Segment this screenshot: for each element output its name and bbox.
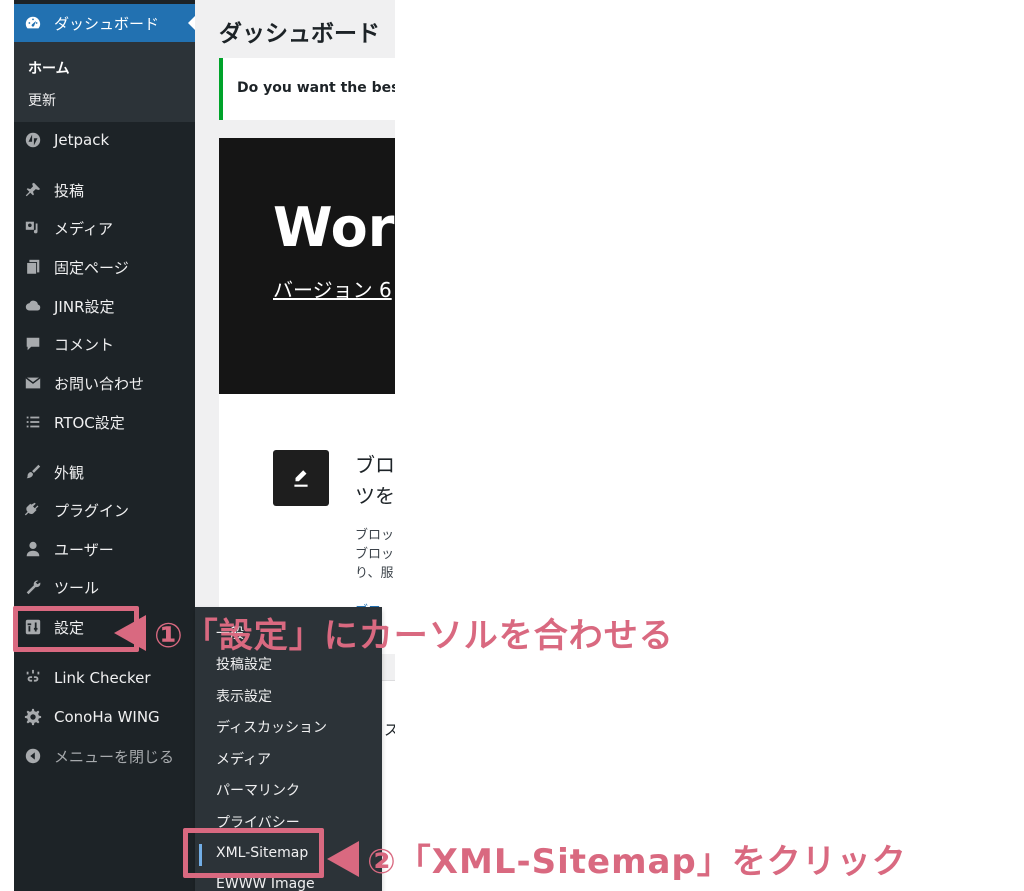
sidebar-item-label: ConoHa WING	[54, 708, 160, 726]
sidebar-item-media[interactable]: メディア	[14, 211, 195, 245]
notice-banner: Do you want the best S	[219, 58, 395, 120]
sidebar-item-users[interactable]: ユーザー	[14, 532, 195, 566]
step2-callout: ②「XML-Sitemap」をクリック	[327, 834, 907, 883]
sidebar-item-jetpack[interactable]: Jetpack	[14, 123, 195, 157]
sidebar-item-label: コメント	[54, 335, 115, 354]
gear-icon	[22, 706, 44, 728]
comment-icon	[22, 333, 44, 355]
sidebar-item-label: Link Checker	[54, 669, 151, 687]
mail-icon	[22, 372, 44, 394]
left-strip	[0, 0, 14, 891]
flyout-item-discussion[interactable]: ディスカッション	[216, 717, 327, 737]
cloud-icon	[22, 295, 44, 317]
sidebar-item-label: Jetpack	[54, 131, 110, 149]
wrench-icon	[22, 576, 44, 598]
sidebar-item-conoha[interactable]: ConoHa WING	[14, 700, 195, 734]
sidebar-item-label: 固定ページ	[54, 258, 129, 277]
sidebar-item-dashboard[interactable]: ダッシュボード	[14, 4, 196, 42]
collapse-icon	[22, 745, 44, 767]
screenshot-stage: ダッシュボード ホーム 更新 Jetpack 投稿 メディア 固定ページ JIN…	[0, 0, 1024, 891]
version-link[interactable]: バージョン 6	[273, 274, 392, 303]
flyout-item-ewww[interactable]: EWWW Image	[216, 876, 315, 891]
sidebar-item-label: ダッシュボード	[54, 14, 160, 33]
user-icon	[22, 538, 44, 560]
welcome-hero: Word バージョン 6	[219, 138, 395, 394]
arrow-left-icon	[327, 840, 359, 877]
sidebar-item-posts[interactable]: 投稿	[14, 173, 195, 207]
step2-text: ②「XML-Sitemap」をクリック	[367, 842, 907, 882]
sidebar-item-label: 外観	[54, 463, 85, 482]
sidebar-item-plugins[interactable]: プラグイン	[14, 493, 195, 527]
sidebar-item-link-checker[interactable]: Link Checker	[14, 661, 195, 695]
xml-sitemap-highlight-box	[183, 828, 324, 878]
sidebar-item-label: RTOC設定	[54, 413, 125, 432]
page-icon	[22, 256, 44, 278]
submenu-updates[interactable]: 更新	[28, 90, 56, 110]
dashboard-icon	[22, 12, 44, 34]
flyout-item-permalinks[interactable]: パーマリンク	[216, 780, 300, 800]
sidebar-item-label: 投稿	[54, 181, 85, 200]
panel-heading: ブロ ツを	[355, 453, 395, 508]
sidebar-item-jinr[interactable]: JINR設定	[14, 289, 195, 323]
flyout-item-reading[interactable]: 表示設定	[216, 686, 272, 706]
submenu-home[interactable]: ホーム	[28, 58, 70, 78]
sidebar-item-label: メニューを閉じる	[54, 747, 175, 766]
step1-callout: ①「設定」にカーソルを合わせる	[114, 608, 674, 657]
sidebar-item-pages[interactable]: 固定ページ	[14, 250, 195, 284]
notice-text: Do you want the best S	[237, 80, 395, 96]
sidebar-item-label: プラグイン	[54, 501, 130, 520]
hero-heading: Word	[273, 196, 395, 259]
link-checker-icon	[22, 667, 44, 689]
jetpack-icon	[22, 129, 44, 151]
list-icon	[22, 411, 44, 433]
panel-body: ブロッ ブロッ り、服	[355, 528, 395, 581]
sidebar-item-dashboard-row[interactable]: ダッシュボード	[14, 6, 195, 40]
plugin-icon	[22, 499, 44, 521]
flyout-item-media[interactable]: メディア	[216, 749, 271, 769]
sidebar-item-label: JINR設定	[54, 297, 115, 316]
page-title: ダッシュボード	[219, 21, 380, 47]
media-icon	[22, 217, 44, 239]
sidebar-item-appearance[interactable]: 外観	[14, 455, 195, 489]
sidebar-item-label: メディア	[54, 219, 113, 238]
dashboard-submenu: ホーム 更新	[14, 42, 195, 122]
flyout-item-writing[interactable]: 投稿設定	[216, 654, 272, 674]
admin-sidebar: ダッシュボード ホーム 更新 Jetpack 投稿 メディア 固定ページ JIN…	[14, 0, 196, 891]
sidebar-item-rtoc[interactable]: RTOC設定	[14, 405, 195, 439]
pencil-icon	[273, 450, 329, 506]
sidebar-item-contact[interactable]: お問い合わせ	[14, 366, 195, 400]
sidebar-item-comments[interactable]: コメント	[14, 327, 195, 361]
sidebar-item-label: ツール	[54, 578, 100, 597]
pin-icon	[22, 179, 44, 201]
collapse-menu-button[interactable]: メニューを閉じる	[14, 739, 195, 773]
sidebar-item-label: お問い合わせ	[54, 374, 145, 393]
sidebar-item-tools[interactable]: ツール	[14, 570, 195, 604]
arrow-left-icon	[114, 614, 146, 651]
step1-text: ①「設定」にカーソルを合わせる	[154, 616, 674, 656]
sidebar-item-label: ユーザー	[54, 540, 114, 559]
brush-icon	[22, 461, 44, 483]
